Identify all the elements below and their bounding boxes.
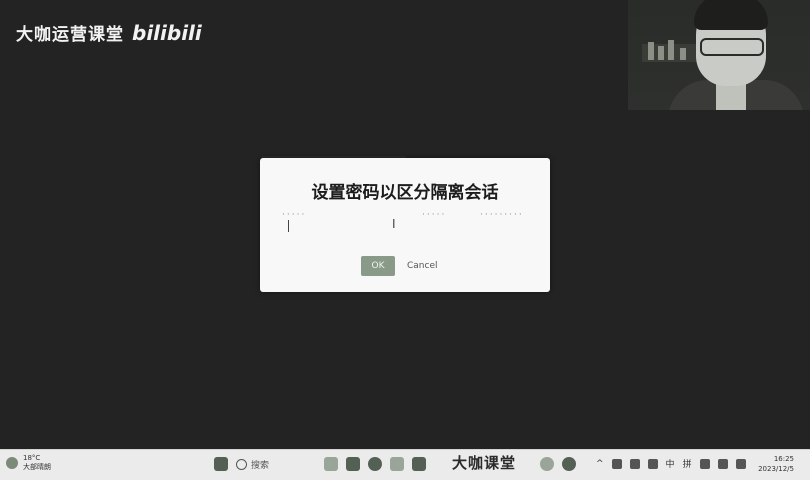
- folder-icon[interactable]: [412, 457, 426, 471]
- search-placeholder: 搜索: [251, 460, 270, 471]
- app-icon-1[interactable]: [324, 457, 338, 471]
- search-icon: [236, 458, 247, 470]
- clock[interactable]: 16:25 2023/12/5: [758, 454, 794, 474]
- chevron-up-icon[interactable]: ^: [596, 459, 604, 469]
- tray-icon-1[interactable]: [611, 458, 622, 469]
- app-icon-5[interactable]: [540, 457, 554, 471]
- webcam-feed: [628, 0, 810, 110]
- password-dots-confirm: ·····: [422, 210, 447, 220]
- app-icon-6[interactable]: [562, 457, 576, 471]
- password-dialog: 设置密码以区分隔离会话 ····· ····· ········· I OK C…: [260, 158, 550, 292]
- cancel-button[interactable]: Cancel: [407, 256, 438, 276]
- taskbar-search[interactable]: 搜索: [236, 458, 316, 471]
- app-icon-3[interactable]: [368, 457, 382, 471]
- wifi-icon[interactable]: [699, 458, 710, 469]
- app-icon-2[interactable]: [346, 457, 360, 471]
- clock-time: 16:25: [773, 455, 794, 463]
- taskbar: 18°C 大部晴朗 搜索 大咖课堂 ^ 中 拼 16:25 2023/12/5: [0, 449, 810, 480]
- ibeam-cursor-icon: I: [392, 217, 396, 231]
- battery-icon[interactable]: [735, 458, 746, 469]
- bilibili-logo: bilibili: [132, 20, 202, 45]
- weather-temp: 18°C: [23, 454, 41, 462]
- text-caret: [288, 220, 289, 232]
- system-tray: ^ 中 拼: [596, 457, 746, 470]
- dialog-title: 设置密码以区分隔离会话: [311, 183, 499, 203]
- microphone-icon[interactable]: [647, 458, 658, 469]
- weather-desc: 大部晴朗: [23, 463, 51, 471]
- channel-watermark: 大咖运营课堂 bilibili: [16, 20, 202, 46]
- password-dots-extra: ·········: [480, 210, 524, 220]
- start-menu-icon[interactable]: [214, 457, 228, 471]
- taskbar-apps: 搜索: [214, 457, 426, 471]
- weather-widget[interactable]: 18°C 大部晴朗: [6, 454, 51, 472]
- clock-date: 2023/12/5: [758, 465, 794, 473]
- app-icon-4[interactable]: [390, 457, 404, 471]
- volume-icon[interactable]: [717, 458, 728, 469]
- brand-text: 大咖运营课堂: [16, 25, 124, 45]
- tray-icon-2[interactable]: [629, 458, 640, 469]
- ok-button[interactable]: OK: [361, 256, 395, 276]
- stamp-text: 大咖课堂: [452, 454, 517, 472]
- ime-lang[interactable]: 中: [666, 457, 675, 470]
- password-input[interactable]: ····· ····· ········· I: [282, 210, 528, 240]
- weather-icon: [6, 457, 18, 469]
- password-dots: ·····: [282, 210, 307, 220]
- ime-mode[interactable]: 拼: [683, 457, 692, 470]
